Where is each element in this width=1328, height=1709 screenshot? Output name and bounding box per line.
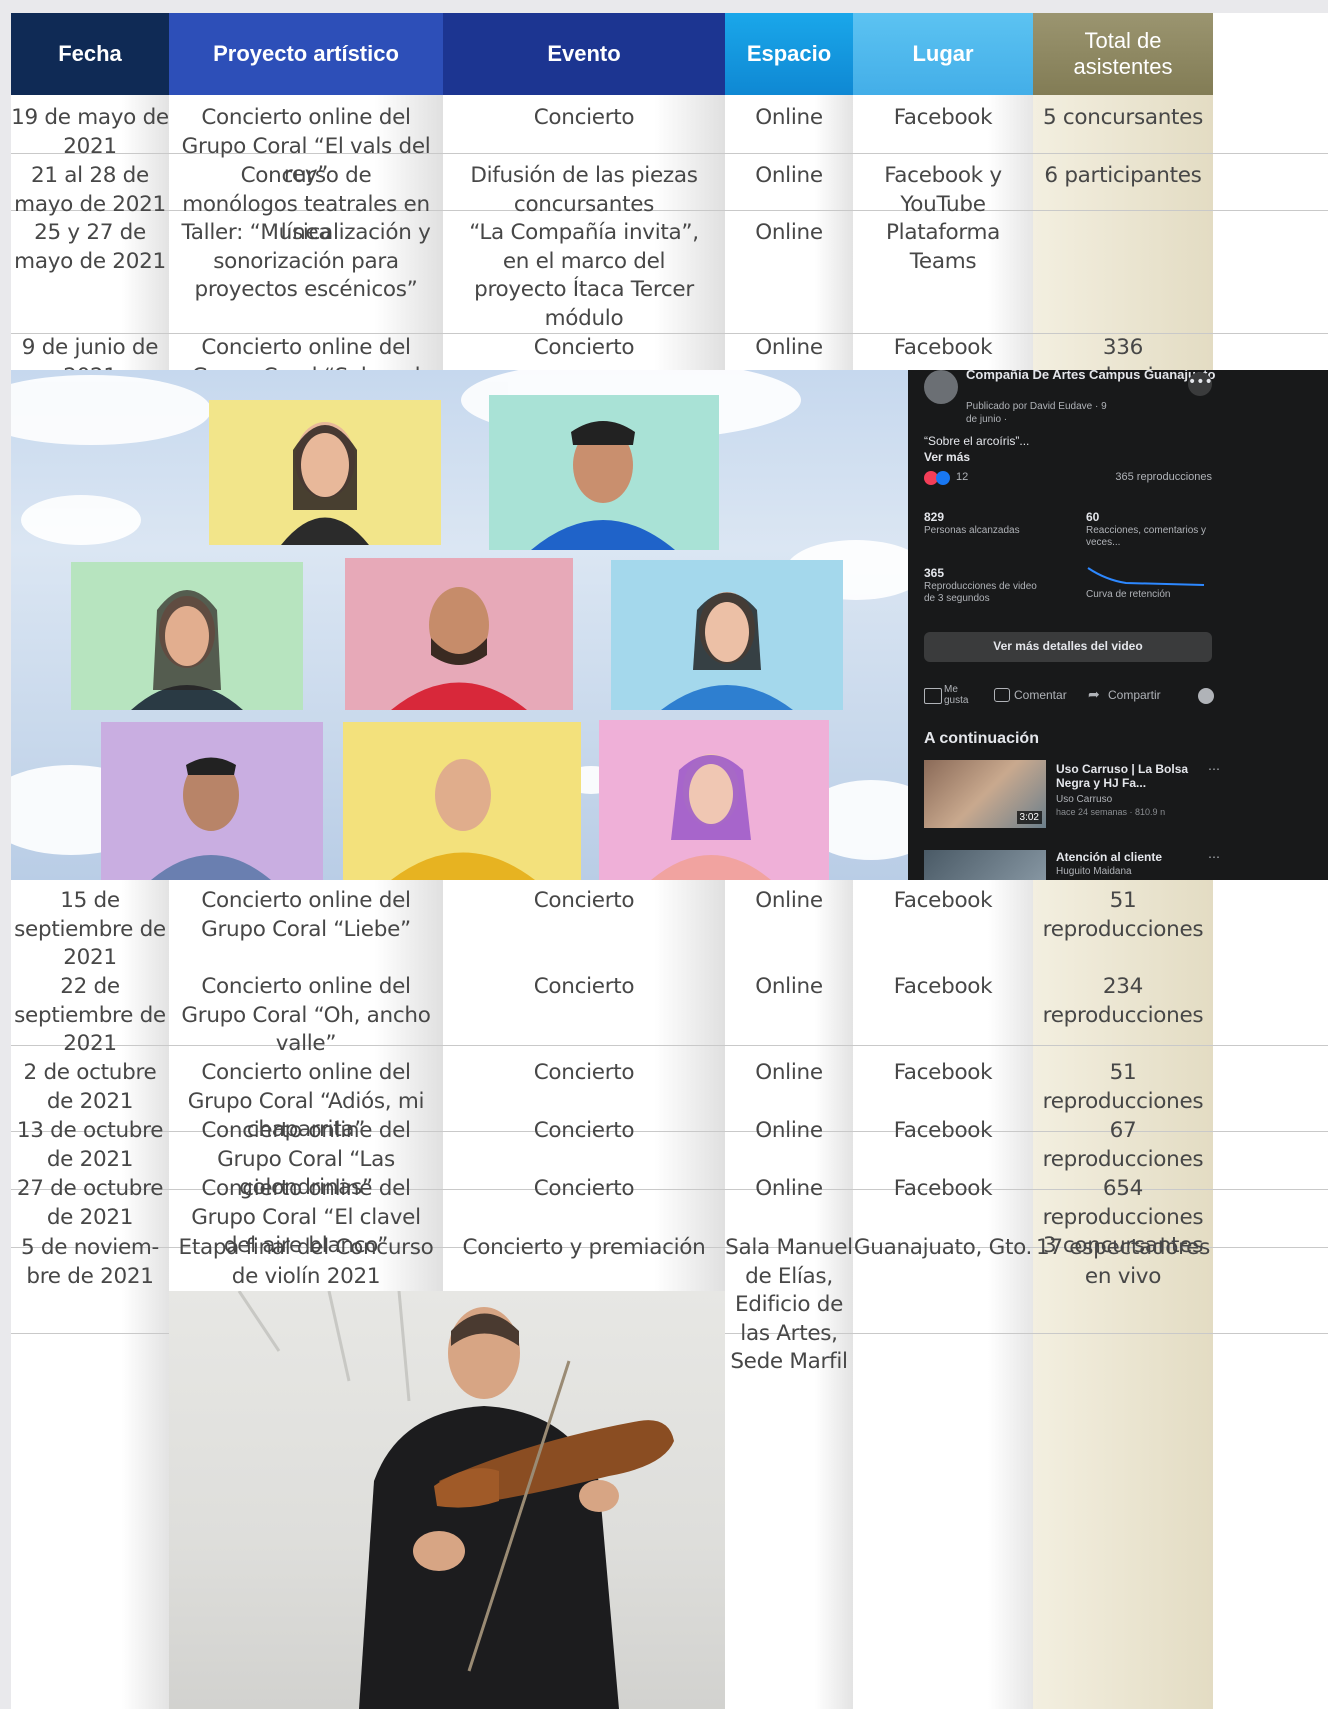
cell-evento: Concierto [533,335,635,360]
fb-view-count: 365 reproducciones [1115,471,1212,483]
next-video-title[interactable]: Atención al cliente [1056,850,1206,864]
header-total: Total de asistentes [1033,13,1213,95]
cell-espacio: Online [755,888,823,913]
next-video-thumbnail[interactable] [924,850,1046,880]
cell-espacio: Sala Manuel de Elías, Edificio de las Ar… [725,1235,853,1374]
comment-button[interactable]: Comentar [1014,688,1067,702]
cell-evento: Concierto [533,1060,635,1085]
cell-lugar: Guanajuato, Gto. [853,1235,1033,1260]
cell-fecha: 22 de septiembre de 2021 [14,974,166,1056]
next-video-channel[interactable]: Huguito Maidana [1056,866,1132,877]
cell-lugar: Facebook [893,1118,993,1143]
cell-total: 51 reproducciones [1042,888,1204,942]
header-lugar: Lugar [853,13,1033,95]
reach-value: 829 [924,510,945,524]
like-reaction-icon [936,471,950,485]
next-video-menu-icon[interactable]: ⋯ [1208,762,1220,776]
violinist-photo [169,1291,725,1709]
cell-espacio: Online [755,1118,823,1143]
next-video-menu-icon[interactable]: ⋯ [1208,850,1220,864]
choir-collage-graphic [11,370,908,880]
engagement-label: Reacciones, comentarios y veces... [1086,525,1207,548]
share-icon[interactable]: ➦ [1088,686,1100,703]
cell-espacio: Online [755,335,823,360]
cell-fecha: 21 al 28 de mayo de 2021 [14,163,166,217]
cell-total: 17 espectadores en vivo [1035,1235,1211,1289]
up-next-heading: A continuación [924,730,1039,747]
cell-evento: Concierto y premiación [462,1235,706,1260]
cell-fecha: 27 de octubre de 2021 [16,1176,164,1230]
fb-page-name[interactable]: Compañía De Artes Campus Guanajuato [966,370,1226,382]
cell-proyecto: Etapa final del Concurso de violín 2021 [178,1235,434,1289]
cell-total: 5 concursantes [1042,105,1204,130]
header-espacio: Espacio [725,13,853,95]
cell-fecha: 25 y 27 de mayo de 2021 [14,220,166,274]
cell-total: 6 participantes [1044,163,1202,188]
next-video-channel[interactable]: Uso Carruso [1056,794,1112,805]
choir-video-collage [11,370,908,880]
retention-label: Curva de retención [1086,589,1171,600]
header-fecha: Fecha [11,13,169,95]
cell-evento: Difusión de las piezas concursantes [470,163,698,217]
cell-lugar: Facebook [893,1060,993,1085]
reach-label: Personas alcanzadas [924,525,1020,536]
cell-lugar: Facebook [893,1176,993,1201]
cell-espacio: Online [755,1060,823,1085]
cell-espacio: Online [755,974,823,999]
cell-fecha: 15 de septiembre de 2021 [14,888,166,970]
fb-caption: “Sobre el arcoíris”... [924,434,1030,448]
cell-espacio: Online [755,163,823,188]
comment-icon[interactable] [994,688,1010,702]
facebook-video-panel: Compañía De Artes Campus Guanajuato ••• … [908,370,1328,880]
cell-evento: Concierto [533,105,635,130]
like-icon[interactable] [924,688,942,704]
next-video-title[interactable]: Uso Carruso | La Bolsa Negra y HJ Fa... [1056,762,1206,790]
cell-lugar: Facebook y YouTube [884,163,1002,217]
cell-proyecto: Concierto online del Grupo Coral “Oh, an… [181,974,431,1056]
fb-see-more-link[interactable]: Ver más [924,450,970,464]
cell-lugar: Facebook [893,974,993,999]
cell-lugar: Facebook [893,888,993,913]
retention-curve-graphic [1087,567,1205,586]
violinist-graphic [237,1291,674,1709]
fb-posted-by: Publicado por David Eudave · 9 de junio … [966,401,1107,425]
cell-lugar: Facebook [893,105,993,130]
cell-fecha: 19 de mayo de 2021 [11,105,169,159]
cell-fecha: 5 de noviem- bre de 2021 [20,1235,160,1289]
audience-icon[interactable] [1198,688,1214,704]
next-video-thumbnail[interactable]: 3:02 [924,760,1046,828]
cell-espacio: Online [755,105,823,130]
cell-evento: Concierto [533,1118,635,1143]
next-video-meta: hace 24 semanas · 810.9 n [1056,807,1166,817]
cell-total: 67 reproducciones [1042,1118,1204,1172]
share-button[interactable]: Compartir [1108,688,1161,702]
header-evento: Evento [443,13,725,95]
cell-espacio: Online [755,1176,823,1201]
like-button[interactable]: Me gusta [944,684,978,706]
cell-espacio: Online [755,220,823,245]
plays-value: 365 [924,566,945,580]
video-details-label: Ver más detalles del video [993,639,1143,653]
header-proyecto: Proyecto artístico [169,13,443,95]
cell-total: 51 reproducciones [1042,1060,1204,1114]
fb-reaction-count[interactable]: 12 [956,471,968,483]
cell-evento: Concierto [533,1176,635,1201]
cell-fecha: 2 de octubre de 2021 [23,1060,157,1114]
cell-evento: “La Compañía invita”, en el marco del pr… [469,220,699,331]
cell-proyecto: Concierto online del Grupo Coral “Liebe” [201,888,411,942]
page-avatar [924,370,958,404]
plays-label: Reproducciones de video de 3 segundos [924,581,1037,604]
cell-total: 234 reproducciones [1042,974,1204,1028]
cell-proyecto: Taller: “Musicalización y sonorización p… [181,220,431,302]
document-page: Fecha Proyecto artístico Evento Espacio … [11,13,1328,1709]
cell-lugar: Facebook [893,335,993,360]
next-video-duration: 3:02 [1016,811,1042,824]
more-options-icon[interactable]: ••• [1188,372,1213,396]
cell-evento: Concierto [533,974,635,999]
cell-lugar: Plataforma Teams [885,220,1001,274]
cell-fecha: 13 de octubre de 2021 [16,1118,164,1172]
engagement-value: 60 [1086,510,1100,524]
video-details-button[interactable]: Ver más detalles del video [924,632,1212,662]
cell-evento: Concierto [533,888,635,913]
